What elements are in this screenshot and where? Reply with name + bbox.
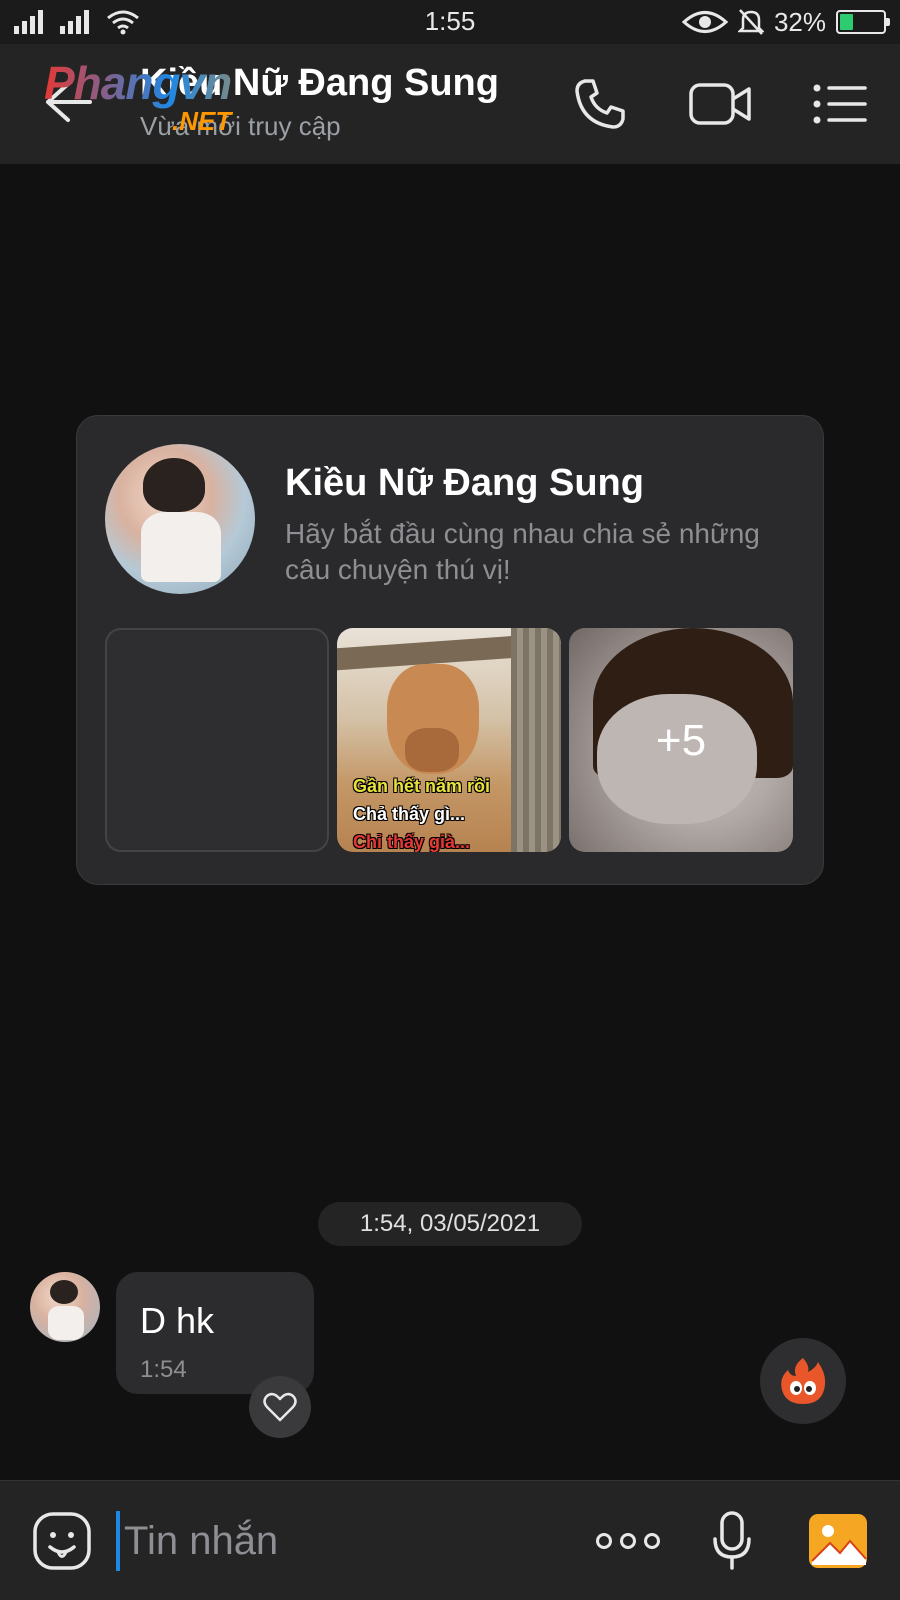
status-left <box>14 9 314 35</box>
heart-icon <box>263 1392 297 1422</box>
chat-header: Kiều Nữ Đang Sung Vừa mới truy cập Phang… <box>0 44 900 164</box>
quick-sticker-button[interactable] <box>760 1338 846 1424</box>
back-arrow-icon <box>46 82 92 122</box>
input-bar <box>0 1480 900 1600</box>
meme-line-1: Gần hết năm rồi <box>353 776 491 796</box>
chat-status: Vừa mới truy cập <box>140 111 341 141</box>
sender-avatar[interactable] <box>30 1272 100 1342</box>
phone-icon <box>575 79 625 129</box>
profile-name: Kiều Nữ Đang Sung <box>285 462 644 504</box>
message-input[interactable] <box>116 1511 556 1571</box>
profile-description: Hãy bắt đầu cùng nhau chia sẻ những câu … <box>285 518 760 585</box>
battery-percent: 32% <box>773 6 826 37</box>
menu-button[interactable] <box>808 72 872 136</box>
meme-line-3: Chỉ thấy già... <box>353 832 471 852</box>
menu-list-icon <box>813 84 867 124</box>
emoji-sticker-icon <box>33 1512 91 1570</box>
emoji-button[interactable] <box>30 1509 94 1573</box>
photo-tiles: Gần hết năm rồi Chả thấy gì... Chỉ thấy … <box>105 628 793 852</box>
battery-fill <box>840 14 854 30</box>
more-photos-count: +5 <box>655 716 707 765</box>
more-options-icon <box>596 1533 660 1549</box>
signal-icon <box>14 10 43 34</box>
chat-title: Kiều Nữ Đang Sung <box>140 62 499 104</box>
voice-button[interactable] <box>700 1509 764 1573</box>
photo-tile-meme[interactable]: Gần hết năm rồi Chả thấy gì... Chỉ thấy … <box>337 628 561 852</box>
video-call-icon <box>689 83 751 125</box>
meme-line-2: Chả thấy gì... <box>353 804 466 824</box>
gallery-button[interactable] <box>806 1509 870 1573</box>
profile-avatar[interactable] <box>105 444 255 594</box>
photo-tile-empty[interactable] <box>105 628 329 852</box>
eye-icon <box>681 11 728 33</box>
bell-muted-icon <box>737 9 764 35</box>
profile-card: Kiều Nữ Đang Sung Hãy bắt đầu cùng nhau … <box>76 415 824 885</box>
fire-sticker-icon <box>781 1358 826 1404</box>
date-separator: 1:54, 03/05/2021 <box>318 1202 582 1246</box>
video-call-button[interactable] <box>688 72 752 136</box>
battery-icon <box>836 10 890 34</box>
microphone-icon <box>713 1511 751 1570</box>
gallery-icon <box>809 1514 867 1568</box>
chat-title-block[interactable]: Kiều Nữ Đang Sung Vừa mới truy cập <box>140 62 499 142</box>
photo-tile-more[interactable]: +5 <box>569 628 793 852</box>
call-button[interactable] <box>568 72 632 136</box>
message-text: D hk <box>140 1300 215 1341</box>
status-bar: 1:55 32% <box>0 0 900 44</box>
more-options-button[interactable] <box>596 1509 660 1573</box>
status-right: 32% <box>681 6 890 38</box>
react-button[interactable] <box>249 1376 311 1438</box>
signal-icon <box>60 10 89 34</box>
wifi-icon <box>107 10 139 35</box>
back-button[interactable] <box>38 74 94 130</box>
